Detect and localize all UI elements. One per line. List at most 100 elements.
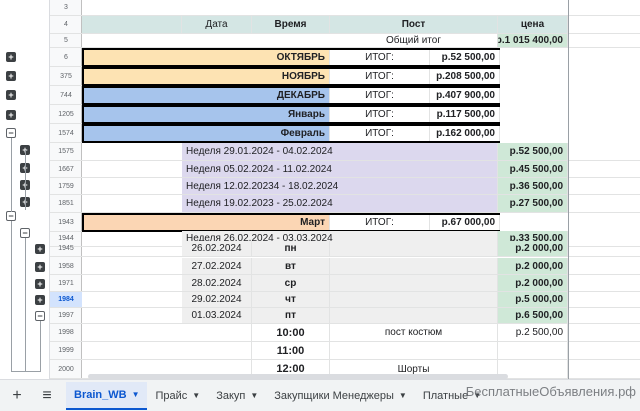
price-header[interactable]: цена [498,16,568,33]
caret-down-icon[interactable]: ▼ [250,391,258,400]
month-total[interactable]: р.67 000,00 [430,215,500,230]
month-label[interactable]: ДЕКАБРЬ [84,88,330,103]
slot-price[interactable] [498,342,568,359]
expand-group-icon[interactable]: + [6,71,16,81]
slot-post[interactable]: пост костюм [330,324,498,341]
day-post[interactable] [330,275,498,291]
row-number[interactable]: 1759 [50,178,82,195]
itog-label[interactable]: ИТОГ: [330,69,430,84]
slot-price[interactable] [498,360,568,378]
row-number[interactable]: 1851 [50,195,82,213]
add-sheet-button[interactable]: + [4,383,30,409]
total-label[interactable]: Общий итог [330,34,498,47]
collapse-group-icon[interactable]: − [20,228,30,238]
expand-group-icon[interactable]: + [35,244,45,254]
itog-label[interactable]: ИТОГ: [330,50,430,65]
row-number[interactable]: 1574 [50,124,82,143]
week-label[interactable]: Неделя 12.02.20234 - 18.02.2024 [182,178,498,194]
caret-down-icon[interactable]: ▼ [132,390,140,399]
collapse-group-icon[interactable]: − [6,211,16,221]
sheet-tab[interactable]: Закупщики Менеджеры ▼ [266,382,415,410]
day-date[interactable]: 26.02.2024 [182,241,252,256]
month-total[interactable]: р.407 900,00 [430,88,500,103]
slot-time[interactable]: 11:00 [252,342,330,359]
row-number[interactable]: 1575 [50,143,82,161]
month-total[interactable]: р.117 500,00 [430,107,500,122]
caret-down-icon[interactable]: ▼ [399,391,407,400]
month-label[interactable]: Март [84,215,330,230]
row-number[interactable]: 1667 [50,161,82,178]
row-number[interactable]: 1984 [50,292,82,308]
day-date[interactable]: 28.02.2024 [182,275,252,291]
row-number[interactable]: 1943 [50,213,82,232]
row-number[interactable]: 1945 [50,241,82,257]
week-label[interactable]: Неделя 29.01.2024 - 04.02.2024 [182,143,498,160]
collapse-group-icon[interactable]: − [6,128,16,138]
week-label[interactable]: Неделя 19.02.2023 - 25.02.2024 [182,195,498,212]
row-number[interactable]: 1205 [50,105,82,124]
row-number[interactable]: 1999 [50,342,82,360]
sheet-tab[interactable]: Прайс ▼ [147,382,208,410]
day-post[interactable] [330,308,498,323]
row-number[interactable]: 375 [50,67,82,86]
post-header[interactable]: Пост [330,16,498,33]
day-post[interactable] [330,241,498,256]
row-number[interactable]: 1997 [50,308,82,324]
slot-post[interactable] [330,342,498,359]
row-number[interactable]: 1958 [50,258,82,275]
time-header[interactable]: Время [252,16,330,33]
row-number[interactable]: 3 [50,0,82,16]
caret-down-icon[interactable]: ▼ [192,391,200,400]
month-total[interactable]: р.208 500,00 [430,69,500,84]
itog-label[interactable]: ИТОГ: [330,107,430,122]
month-total[interactable]: р.52 500,00 [430,50,500,65]
itog-label[interactable]: ИТОГ: [330,126,430,141]
week-label[interactable]: Неделя 05.02.2024 - 11.02.2024 [182,161,498,177]
week-total[interactable]: р.36 500,00 [498,178,568,194]
expand-group-icon[interactable]: + [35,262,45,272]
month-label[interactable]: Февраль [84,126,330,141]
row-number[interactable]: 4 [50,16,82,34]
day-total[interactable]: р.2 000,00 [498,258,568,274]
expand-group-icon[interactable]: + [6,90,16,100]
day-date[interactable]: 01.03.2024 [182,308,252,323]
row-number[interactable]: 2000 [50,360,82,379]
slot-date[interactable] [182,324,252,341]
day-name[interactable]: ср [252,275,330,291]
row-number[interactable]: 6 [50,48,82,67]
row-number[interactable]: 5 [50,34,82,48]
day-post[interactable] [330,292,498,307]
day-total[interactable]: р.5 000,00 [498,292,568,307]
slot-price[interactable]: р.2 500,00 [498,324,568,341]
slot-time[interactable]: 10:00 [252,324,330,341]
day-total[interactable]: р.2 000,00 [498,275,568,291]
expand-group-icon[interactable]: + [35,295,45,305]
day-date[interactable]: 27.02.2024 [182,258,252,274]
date-header[interactable]: Дата [182,16,252,33]
day-post[interactable] [330,258,498,274]
month-label[interactable]: Январь [84,107,330,122]
total-value[interactable]: р.1 015 400,00 [498,34,568,47]
itog-label[interactable]: ИТОГ: [330,215,430,230]
collapse-group-icon[interactable]: − [35,311,45,321]
day-name[interactable]: чт [252,292,330,307]
day-total[interactable]: р.6 500,00 [498,308,568,323]
week-total[interactable]: р.52 500,00 [498,143,568,160]
row-number[interactable]: 1971 [50,275,82,292]
day-total[interactable]: р.2 000,00 [498,241,568,256]
all-sheets-button[interactable]: ≡ [34,383,60,409]
expand-group-icon[interactable]: + [6,110,16,120]
month-total[interactable]: р.162 000,00 [430,126,500,141]
slot-date[interactable] [182,342,252,359]
month-label[interactable]: ОКТЯБРЬ [84,50,330,65]
itog-label[interactable]: ИТОГ: [330,88,430,103]
row-number[interactable]: 1998 [50,324,82,342]
day-name[interactable]: вт [252,258,330,274]
sheet-tab[interactable]: Brain_WB ▼ [66,381,148,410]
day-name[interactable]: пн [252,241,330,256]
day-name[interactable]: пт [252,308,330,323]
header-blank[interactable] [82,16,182,33]
expand-group-icon[interactable]: + [6,52,16,62]
week-total[interactable]: р.27 500,00 [498,195,568,212]
month-label[interactable]: НОЯБРЬ [84,69,330,84]
